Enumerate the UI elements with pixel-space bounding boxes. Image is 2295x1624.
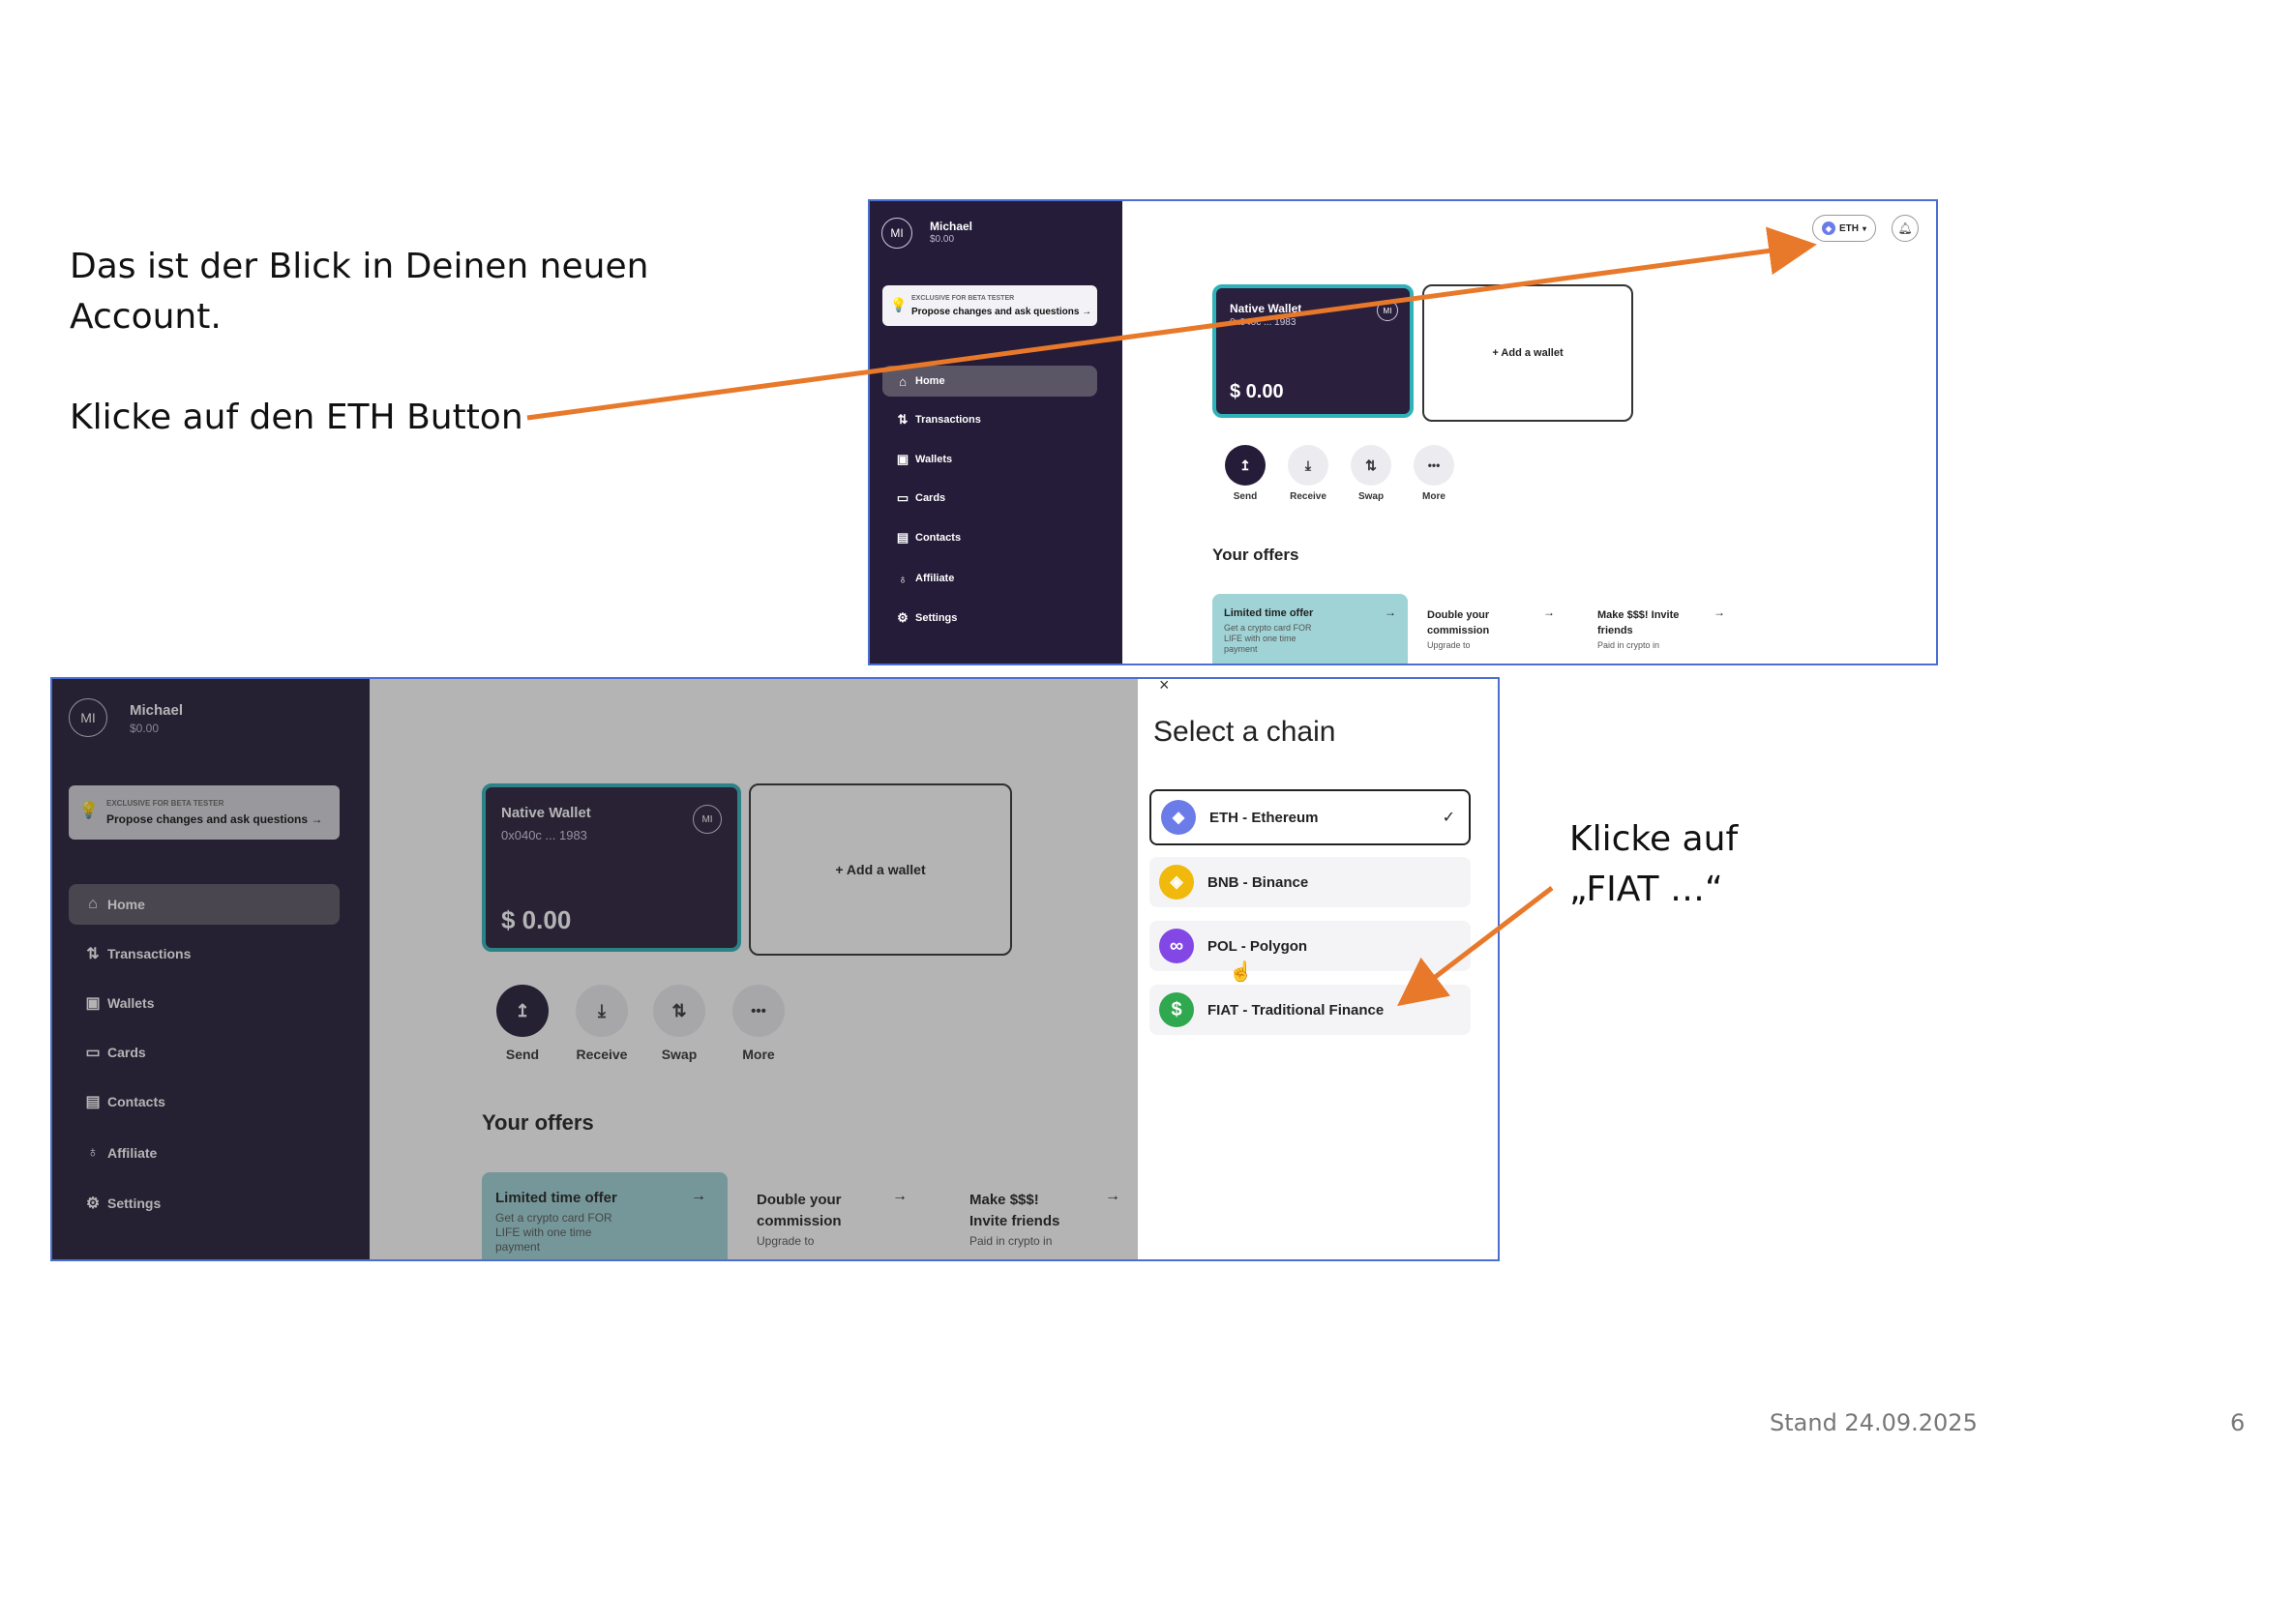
beta-label: EXCLUSIVE FOR BETA TESTER xyxy=(911,295,1015,302)
moneybag-icon: ♁ xyxy=(898,571,908,586)
user-balance: $0.00 xyxy=(930,234,955,245)
step-1-text: Klicke auf den ETH Button xyxy=(70,398,523,437)
intro-line-1: Das ist der Blick in Deinen neuen xyxy=(70,247,649,286)
chain-label: ETH - Ethereum xyxy=(1209,809,1319,826)
beta-banner[interactable]: 💡 EXCLUSIVE FOR BETA TESTER Propose chan… xyxy=(882,285,1097,326)
send-button[interactable]: ↥ Send xyxy=(1221,445,1269,502)
wallet-name: Native Wallet xyxy=(1230,302,1302,315)
screenshot-home: MI Michael $0.00 💡 EXCLUSIVE FOR BETA TE… xyxy=(868,199,1938,665)
chain-label: BNB - Binance xyxy=(1207,873,1309,891)
arrow-right-icon: → xyxy=(1543,605,1555,619)
ethereum-icon: ◆ xyxy=(1161,800,1196,835)
wallet-icon: ▣ xyxy=(896,452,909,466)
avatar[interactable]: MI xyxy=(881,218,912,249)
swap-icon: ⇅ xyxy=(1351,445,1391,486)
sidebar-item-label: Contacts xyxy=(915,532,962,544)
transactions-icon: ⇅ xyxy=(897,412,909,427)
more-button[interactable]: ••• More xyxy=(1410,445,1458,502)
chain-button[interactable]: ◆ ETH ▾ xyxy=(1812,215,1876,242)
sidebar-item-label: Transactions xyxy=(915,414,981,426)
intro-line-2: Account. xyxy=(70,297,222,337)
offers-title: Your offers xyxy=(1212,546,1299,564)
native-wallet-card[interactable]: Native Wallet 0x040c ... 1983 MI $ 0.00 xyxy=(1212,284,1414,418)
offer-desc: Upgrade to xyxy=(1427,640,1471,650)
bell-icon[interactable]: 🔔︎ xyxy=(1892,215,1919,242)
polygon-icon: ∞ xyxy=(1159,929,1194,963)
step-2-line-2: „FIAT …“ xyxy=(1569,870,1723,909)
sidebar-item-home[interactable]: ⌂ Home xyxy=(882,366,1097,397)
sidebar-item-wallets[interactable]: ▣ Wallets xyxy=(882,445,1097,474)
offer-title: Limited time offer xyxy=(1224,607,1314,619)
sidebar-item-label: Wallets xyxy=(915,454,953,465)
modal-backdrop[interactable] xyxy=(52,679,1138,1259)
swap-button[interactable]: ⇅ Swap xyxy=(1347,445,1395,502)
action-label: More xyxy=(1422,491,1446,502)
chain-option-fiat[interactable]: $ FIAT - Traditional Finance xyxy=(1149,985,1471,1035)
offer-card[interactable]: Make $$$! Invite friends Paid in crypto … xyxy=(1588,594,1743,664)
home-icon: ⌂ xyxy=(899,373,907,389)
chain-option-bnb[interactable]: ◈ BNB - Binance xyxy=(1149,857,1471,907)
sidebar-item-contacts[interactable]: ▤ Contacts xyxy=(882,523,1097,552)
sidebar-item-settings[interactable]: ⚙ Settings xyxy=(882,604,1097,633)
chain-option-eth[interactable]: ◆ ETH - Ethereum ✓ xyxy=(1149,789,1471,845)
card-icon: ▭ xyxy=(896,490,909,505)
sidebar-item-label: Affiliate xyxy=(915,573,955,584)
offer-desc: Paid in crypto in xyxy=(1597,640,1660,650)
arrow-right-icon: → xyxy=(1385,605,1396,619)
add-wallet-card[interactable]: + Add a wallet xyxy=(1422,284,1633,422)
page-number: 6 xyxy=(2230,1409,2246,1436)
select-chain-panel: × Select a chain ◆ ETH - Ethereum ✓ ◈ BN… xyxy=(1138,679,1498,1259)
offer-card[interactable]: Double your commission Upgrade to → xyxy=(1417,594,1572,664)
ethereum-icon: ◆ xyxy=(1821,221,1835,235)
sidebar-item-label: Cards xyxy=(915,492,946,504)
sidebar-item-affiliate[interactable]: ♁ Affiliate xyxy=(882,564,1097,593)
receive-icon: ⤓ xyxy=(1288,445,1328,486)
dollar-icon: $ xyxy=(1159,992,1194,1027)
wallet-address: 0x040c ... 1983 xyxy=(1230,317,1297,328)
footer-date: Stand 24.09.2025 xyxy=(1770,1409,1978,1436)
chain-button-label: ETH xyxy=(1838,222,1859,234)
chevron-down-icon: ▾ xyxy=(1862,223,1866,233)
intro-text: Das ist der Blick in Deinen neuen Accoun… xyxy=(70,242,648,342)
send-icon: ↥ xyxy=(1225,445,1266,486)
wallet-balance: $ 0.00 xyxy=(1230,381,1284,402)
sidebar-item-label: Settings xyxy=(915,612,958,624)
user-name: Michael xyxy=(930,220,973,233)
sidebar-item-cards[interactable]: ▭ Cards xyxy=(882,484,1097,513)
step-2-line-1: Klicke auf xyxy=(1569,819,1739,859)
chain-label: FIAT - Traditional Finance xyxy=(1207,1001,1385,1019)
sidebar-item-transactions[interactable]: ⇅ Transactions xyxy=(882,405,1097,434)
wallet-badge: MI xyxy=(1377,300,1398,321)
sidebar: MI Michael $0.00 💡 EXCLUSIVE FOR BETA TE… xyxy=(870,201,1122,664)
lightbulb-icon: 💡 xyxy=(890,297,908,312)
offer-title: Make $$$! Invite friends xyxy=(1597,609,1680,636)
screenshot-select-chain: MI Michael $0.00 💡 EXCLUSIVE FOR BETA TE… xyxy=(50,677,1500,1261)
action-label: Swap xyxy=(1357,491,1385,502)
offer-title: Double your commission xyxy=(1427,609,1490,636)
chain-label: POL - Polygon xyxy=(1207,937,1308,955)
step-2-text: Klicke auf „FIAT …“ xyxy=(1569,814,1738,915)
hand-cursor-icon: ☝ xyxy=(1229,961,1253,983)
main-content: ◆ ETH ▾ 🔔︎ Native Wallet 0x040c ... 1983… xyxy=(1122,201,1936,664)
contacts-icon: ▤ xyxy=(896,530,909,545)
close-icon[interactable]: × xyxy=(1159,679,1170,695)
more-icon: ••• xyxy=(1414,445,1454,486)
beta-link: Propose changes and ask questions → xyxy=(911,307,1092,317)
receive-button[interactable]: ⤓ Receive xyxy=(1284,445,1332,502)
chain-option-pol[interactable]: ∞ POL - Polygon ☝ xyxy=(1149,921,1471,983)
check-icon: ✓ xyxy=(1442,810,1455,826)
offer-card[interactable]: Limited time offer Get a crypto card FOR… xyxy=(1212,594,1408,664)
arrow-right-icon: → xyxy=(1714,605,1725,619)
sidebar-item-label: Home xyxy=(915,375,945,387)
action-label: Send xyxy=(1233,491,1258,502)
panel-title: Select a chain xyxy=(1153,716,1336,748)
gear-icon: ⚙ xyxy=(897,610,909,625)
offer-desc: Get a crypto card FOR LIFE with one time… xyxy=(1224,623,1312,654)
binance-icon: ◈ xyxy=(1159,865,1194,900)
action-label: Receive xyxy=(1290,491,1326,502)
